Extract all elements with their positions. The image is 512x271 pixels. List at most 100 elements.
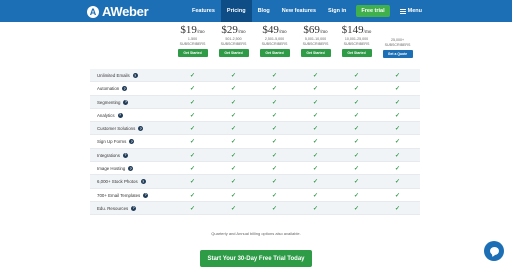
- get-started-button[interactable]: Get Started: [218, 49, 249, 57]
- menu-button[interactable]: Menu: [394, 0, 428, 22]
- feature-row: Sign Up Forms? ✓ ✓ ✓ ✓ ✓ ✓: [90, 135, 420, 149]
- get-started-button[interactable]: Get Started: [177, 49, 208, 57]
- subscribers-label: SUBSCRIBERS: [220, 42, 247, 46]
- check-icon: ✓: [353, 73, 360, 79]
- nav-blog[interactable]: Blog: [252, 0, 276, 22]
- feature-name: Unlimited Emails: [97, 73, 130, 78]
- feature-name: Automation: [97, 86, 120, 92]
- check-icon: ✓: [394, 152, 401, 159]
- check-icon: ✓: [312, 179, 319, 186]
- get-started-button[interactable]: Get Started: [341, 49, 372, 57]
- feature-label: Sign Up Forms?: [97, 135, 135, 148]
- help-icon[interactable]: ?: [123, 99, 129, 105]
- get-started-button[interactable]: Get Started: [300, 49, 331, 57]
- plan-price: $69/mo: [295, 24, 336, 36]
- check-icon: ✓: [230, 152, 237, 159]
- subscribers-label: SUBSCRIBERS: [261, 42, 288, 46]
- plan-headers: $19/mo 1-500 SUBSCRIBERS Get Started $29…: [90, 22, 420, 68]
- check-icon: ✓: [271, 126, 278, 133]
- help-icon[interactable]: ?: [128, 166, 134, 172]
- price-amount: $29: [221, 24, 238, 36]
- feature-name: Segmenting: [97, 99, 121, 105]
- check-icon: ✓: [189, 99, 196, 106]
- check-icon: ✓: [394, 99, 401, 106]
- feature-label: Customer Solutions?: [97, 122, 144, 135]
- check-icon: ✓: [312, 205, 319, 212]
- feature-row: Segmenting? ✓ ✓ ✓ ✓ ✓ ✓: [90, 95, 420, 109]
- check-icon: ✓: [271, 112, 278, 119]
- check-icon: ✓: [312, 152, 319, 159]
- price-period: /mo: [319, 30, 328, 35]
- feature-label: 6,000+ Stock Photos?: [97, 175, 146, 188]
- nav-new-features[interactable]: New features: [276, 0, 322, 22]
- nav-pricing[interactable]: Pricing: [220, 0, 252, 22]
- free-trial-button[interactable]: Free trial: [356, 5, 390, 17]
- feature-name: Sign Up Forms: [97, 139, 127, 145]
- feature-rows: Unlimited Emails? ✓ ✓ ✓ ✓ ✓ ✓ Automation? ✓ ✓ ✓ ✓ ✓ ✓…: [90, 69, 420, 216]
- nav-sign-in[interactable]: Sign in: [322, 0, 352, 22]
- help-icon[interactable]: ?: [122, 152, 128, 158]
- billing-note: Quarterly and Annual billing options als…: [211, 231, 301, 236]
- check-icon: ✓: [271, 139, 278, 146]
- feature-row: Image Hosting? ✓ ✓ ✓ ✓ ✓ ✓: [90, 162, 420, 176]
- subscribers-label: SUBSCRIBERS: [302, 42, 329, 46]
- check-icon: ✓: [312, 166, 319, 173]
- help-icon[interactable]: ?: [131, 205, 137, 211]
- check-icon: ✓: [189, 86, 196, 93]
- feature-name: 700+ Email Templates: [97, 192, 141, 198]
- subscribers-label: SUBSCRIBERS: [384, 43, 411, 47]
- plan-price: $149/mo: [336, 24, 377, 36]
- check-icon: ✓: [312, 99, 319, 106]
- check-icon: ✓: [230, 73, 237, 79]
- subscriber-range: 25,000+: [390, 38, 405, 42]
- nav-features[interactable]: Features: [186, 0, 221, 22]
- menu-label: Menu: [407, 8, 422, 14]
- main-nav: Features Pricing Blog New features Sign …: [186, 0, 428, 22]
- check-icon: ✓: [230, 205, 237, 212]
- feature-label: Image Hosting?: [97, 162, 134, 175]
- check-icon: ✓: [312, 86, 319, 93]
- help-icon[interactable]: ?: [129, 139, 135, 145]
- help-icon[interactable]: ?: [138, 126, 144, 132]
- check-icon: ✓: [312, 139, 319, 146]
- subscribers-label: SUBSCRIBERS: [343, 42, 370, 46]
- feature-name: Edu. Resources: [97, 205, 129, 211]
- start-free-trial-button[interactable]: Start Your 30-Day Free Trial Today: [200, 250, 312, 267]
- price-period: /mo: [278, 30, 287, 35]
- subscriber-range: 10,001-25,000: [344, 37, 369, 41]
- feature-name: Customer Solutions: [97, 126, 136, 132]
- check-icon: ✓: [271, 99, 278, 106]
- price-amount: $149: [341, 24, 364, 36]
- get-a-quote-button[interactable]: Get a Quote: [382, 50, 413, 58]
- help-icon[interactable]: ?: [117, 112, 123, 118]
- feature-row: Analytics? ✓ ✓ ✓ ✓ ✓ ✓: [90, 108, 420, 123]
- feature-label: Integrations?: [97, 149, 128, 162]
- chat-widget-button[interactable]: [484, 241, 504, 261]
- feature-name: 6,000+ Stock Photos: [97, 179, 138, 185]
- feature-label: Edu. Resources?: [97, 202, 137, 215]
- subscriber-range: 2,501-5,000: [264, 37, 285, 41]
- help-icon[interactable]: ?: [143, 192, 149, 198]
- aweber-logo-icon: A: [87, 5, 99, 18]
- aweber-logo[interactable]: A AWeber: [87, 4, 149, 19]
- feature-name: Analytics: [97, 112, 115, 118]
- help-icon[interactable]: ?: [132, 73, 138, 78]
- logo-text: AWeber: [102, 4, 149, 19]
- check-icon: ✓: [394, 73, 401, 79]
- help-icon[interactable]: ?: [122, 86, 128, 92]
- subscriber-range: 5,001-10,000: [304, 37, 327, 41]
- check-icon: ✓: [189, 179, 196, 186]
- subscribers-label: SUBSCRIBERS: [179, 42, 206, 46]
- plan-price: $29/mo: [213, 24, 254, 36]
- price-period: /mo: [196, 30, 205, 35]
- price-period: /mo: [237, 30, 246, 35]
- check-icon: ✓: [394, 192, 401, 199]
- get-started-button[interactable]: Get Started: [259, 49, 290, 57]
- feature-label: Automation?: [97, 82, 128, 95]
- top-navigation-bar: A AWeber Features Pricing Blog New featu…: [0, 0, 512, 22]
- plan-column: $29/mo 501-2,500 SUBSCRIBERS Get Started: [213, 22, 254, 57]
- check-icon: ✓: [230, 112, 237, 119]
- help-icon[interactable]: ?: [140, 179, 146, 185]
- check-icon: ✓: [394, 139, 401, 146]
- feature-name: Integrations: [97, 152, 120, 158]
